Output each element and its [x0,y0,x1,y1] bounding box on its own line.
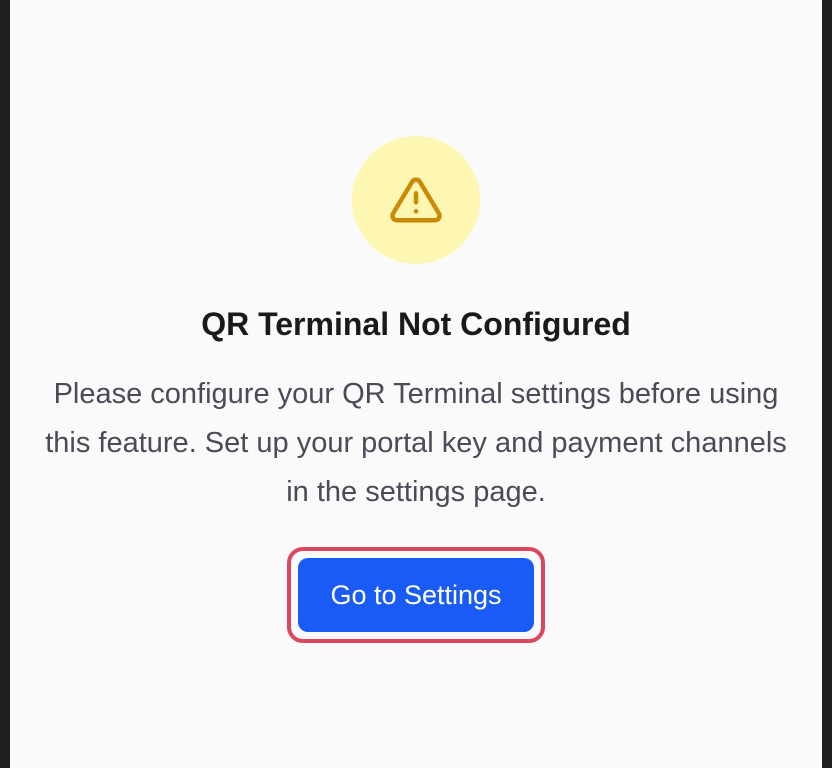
notice-message: Please configure your QR Terminal settin… [45,378,787,508]
page-title: QR Terminal Not Configured [201,306,631,342]
alert-triangle-icon [390,177,442,223]
go-to-settings-button[interactable]: Go to Settings [298,558,534,632]
warning-icon-badge [352,136,480,264]
not-configured-panel: QR Terminal Not Configured Please config… [10,0,822,768]
